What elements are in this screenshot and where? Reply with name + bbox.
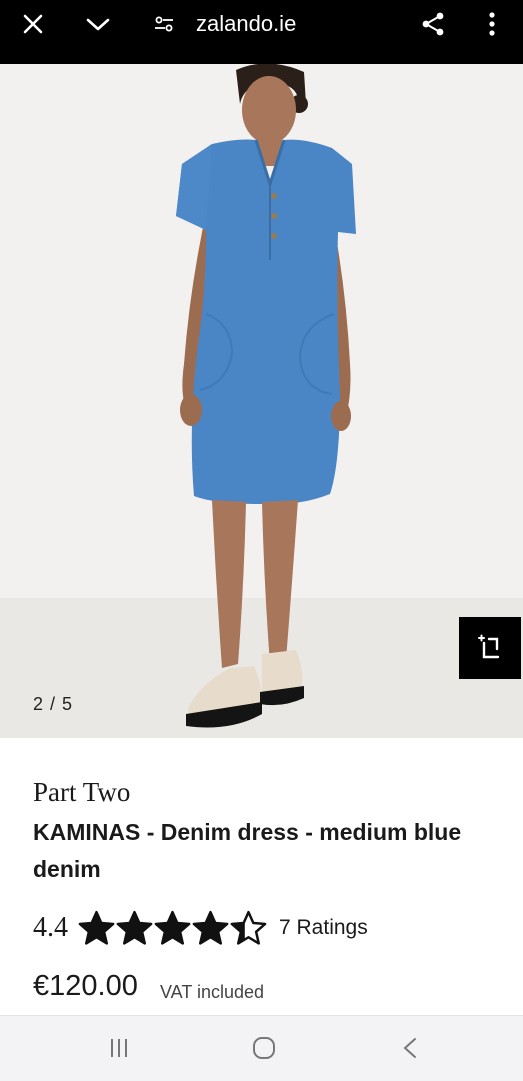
star-icon (192, 910, 229, 945)
product-title: KAMINAS - Denim dress - medium blue deni… (33, 819, 462, 882)
product-brand[interactable]: Part Two (33, 777, 130, 808)
star-icon (230, 910, 267, 945)
chevron-down-icon[interactable] (76, 0, 120, 48)
url-text[interactable]: zalando.ie (196, 11, 296, 37)
product-image[interactable] (0, 64, 523, 738)
back-icon[interactable] (385, 1030, 435, 1066)
price: €120.00 (33, 970, 138, 1002)
gallery-counter: 2 / 5 (33, 694, 74, 714)
more-vert-icon[interactable] (470, 0, 514, 48)
rating-summary[interactable]: 4.4 7 Ratings (33, 908, 368, 948)
rating-value: 4.4 (33, 912, 68, 943)
system-navigation-bar (0, 1015, 523, 1081)
model-in-dress-illustration (176, 64, 356, 728)
recent-apps-icon[interactable] (94, 1030, 144, 1066)
close-icon[interactable] (11, 0, 55, 48)
browser-toolbar: zalando.ie (0, 0, 523, 64)
site-settings-icon[interactable] (142, 0, 186, 48)
star-icon (78, 910, 115, 945)
star-icon (116, 910, 153, 945)
share-icon[interactable] (411, 0, 455, 48)
star-icon (154, 910, 191, 945)
vat-note: VAT included (160, 982, 265, 1002)
star-rating (78, 910, 267, 946)
home-icon[interactable] (239, 1030, 289, 1066)
ratings-count[interactable]: 7 Ratings (279, 916, 368, 940)
expand-button[interactable] (459, 617, 521, 679)
expand-icon (478, 634, 500, 659)
